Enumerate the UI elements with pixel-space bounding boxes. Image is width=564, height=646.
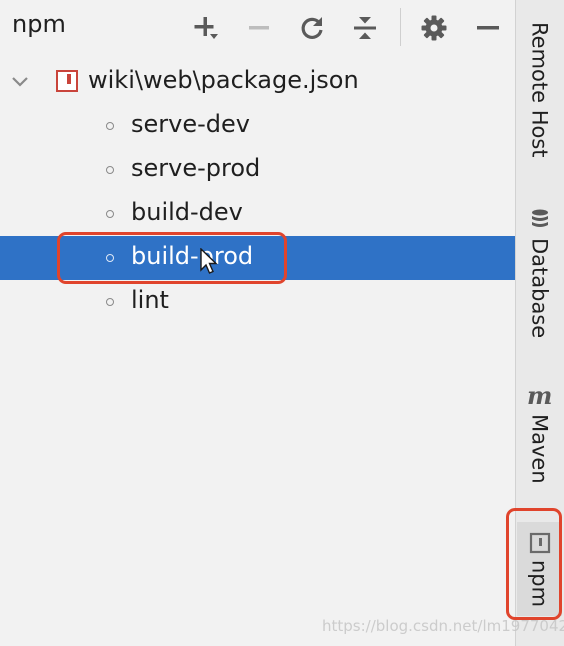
add-icon — [194, 17, 218, 39]
remove-icon — [249, 26, 269, 30]
script-bullet-icon — [106, 298, 114, 306]
script-label: serve-dev — [131, 110, 250, 138]
svg-text:m: m — [527, 384, 552, 408]
hide-button[interactable] — [470, 10, 506, 46]
tab-label: Remote Host — [527, 22, 552, 158]
script-label: serve-prod — [131, 154, 261, 182]
tab-label: Maven — [527, 414, 552, 484]
chevron-down-icon[interactable] — [10, 72, 30, 92]
package-json-icon — [56, 70, 78, 92]
script-label: build-dev — [131, 198, 243, 226]
script-item-serve-dev[interactable]: serve-dev — [0, 104, 515, 148]
tab-maven[interactable]: m Maven — [515, 384, 564, 484]
collapse-all-icon — [354, 17, 376, 39]
refresh-icon — [301, 17, 323, 39]
tree-root-label: wiki\web\package.json — [88, 66, 359, 94]
toolbar-separator — [400, 8, 401, 46]
collapse-all-button[interactable] — [347, 10, 383, 46]
script-item-serve-prod[interactable]: serve-prod — [0, 148, 515, 192]
highlight-outline-npm-tab — [506, 508, 562, 620]
highlight-outline-build-prod — [57, 232, 287, 284]
script-label: lint — [131, 286, 169, 314]
minimize-icon — [477, 26, 499, 30]
script-bullet-icon — [106, 122, 114, 130]
tab-label: Database — [527, 238, 552, 339]
tree-root-package-json[interactable]: wiki\web\package.json — [0, 60, 515, 104]
database-icon — [531, 209, 548, 227]
tab-remote-host[interactable]: Remote Host — [515, 22, 564, 158]
settings-button[interactable] — [416, 10, 452, 46]
script-item-build-dev[interactable]: build-dev — [0, 192, 515, 236]
script-item-lint[interactable]: lint — [0, 280, 515, 324]
refresh-button[interactable] — [294, 10, 330, 46]
mouse-cursor-icon — [200, 248, 218, 274]
maven-icon: m — [527, 384, 552, 408]
script-bullet-icon — [106, 210, 114, 218]
remove-button[interactable] — [241, 10, 277, 46]
tool-window-header: npm — [0, 0, 515, 56]
add-button[interactable] — [188, 10, 224, 46]
tool-window-title: npm — [12, 10, 66, 38]
script-bullet-icon — [106, 166, 114, 174]
tab-database[interactable]: Database — [515, 208, 564, 338]
npm-tool-window: npm wiki\web\package.json serve-dev serv… — [0, 0, 515, 646]
watermark: https://blog.csdn.net/lm19770429 — [322, 617, 564, 635]
gear-icon — [421, 15, 447, 41]
